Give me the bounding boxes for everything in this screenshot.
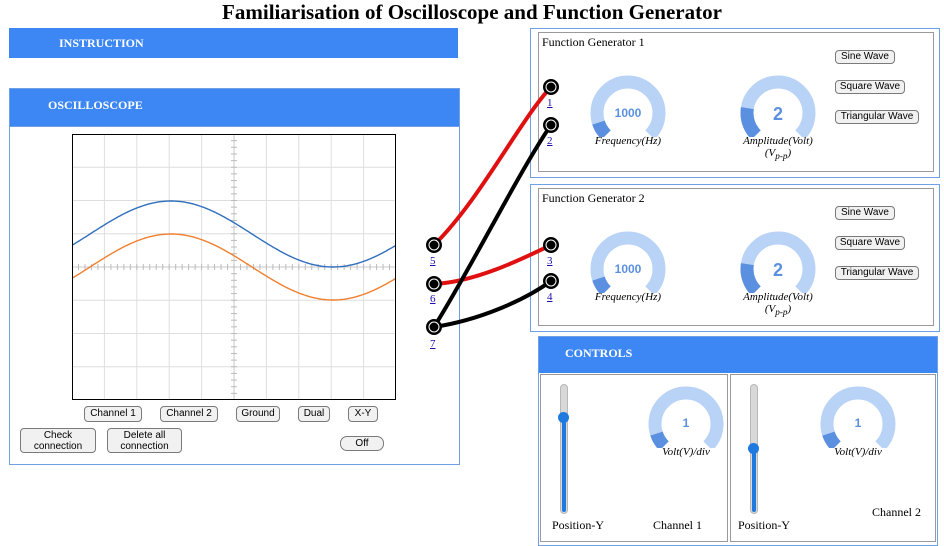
- instruction-label: INSTRUCTION: [59, 36, 144, 50]
- frequency-label-1: Frequency(Hz): [594, 135, 662, 147]
- oscilloscope-screen: [72, 134, 396, 400]
- oscilloscope-header: OSCILLOSCOPE: [10, 89, 459, 127]
- amplitude-label-1: Amplitude(Volt) (Vp-p): [728, 135, 828, 161]
- terminal-1-label[interactable]: 1: [547, 97, 553, 109]
- instruction-bar[interactable]: INSTRUCTION: [9, 28, 458, 58]
- controls-header: CONTROLS: [539, 337, 937, 373]
- volt-div-value-2: 1: [855, 416, 862, 430]
- channel-1-name: Channel 1: [653, 518, 702, 532]
- check-connection-label-2: connection: [33, 440, 83, 452]
- oscilloscope-label: OSCILLOSCOPE: [48, 98, 143, 112]
- volt-div-label-1: Volt(V)/div: [662, 446, 710, 458]
- amplitude-unit-sub-1: p-p: [775, 151, 788, 162]
- delete-all-label-1: Delete all: [123, 429, 166, 441]
- frequency-value-1: 1000: [615, 106, 642, 120]
- page-title: Familiarisation of Oscilloscope and Func…: [222, 0, 722, 24]
- frequency-knob-2[interactable]: 1000: [590, 231, 666, 293]
- amplitude-unit-end-2: ): [787, 303, 792, 315]
- terminal-6-label[interactable]: 6: [430, 293, 436, 305]
- check-connection-label-1: Check: [43, 429, 73, 441]
- position-y-label-1: Position-Y: [552, 518, 605, 532]
- check-connection-button[interactable]: Check connection: [20, 428, 96, 453]
- terminal-7-label[interactable]: 7: [430, 338, 436, 350]
- channel-2-name: Channel 2: [872, 505, 921, 519]
- amplitude-label-2-line1: Amplitude(Volt): [743, 291, 813, 303]
- amplitude-unit-1: (V: [764, 147, 776, 159]
- volt-div-value-1: 1: [683, 416, 690, 430]
- screen-grid: [72, 134, 396, 400]
- function-generator-1-title: Function Generator 1: [542, 35, 645, 49]
- amplitude-unit-2: (V: [764, 303, 776, 315]
- volt-div-knob-2[interactable]: 1: [820, 386, 896, 448]
- x-y-button[interactable]: X-Y: [348, 406, 378, 422]
- terminal-4-label[interactable]: 4: [547, 291, 553, 303]
- fg2-square-wave-button[interactable]: Square Wave: [835, 236, 905, 250]
- delete-all-connection-button[interactable]: Delete all connection: [107, 428, 182, 453]
- amplitude-unit-sub-2: p-p: [775, 307, 788, 318]
- position-y-thumb-2[interactable]: [748, 443, 759, 454]
- power-off-button[interactable]: Off: [340, 436, 384, 451]
- terminal-5-label[interactable]: 5: [430, 255, 436, 267]
- fg2-triangular-wave-button[interactable]: Triangular Wave: [835, 266, 919, 280]
- delete-all-label-2: connection: [120, 440, 169, 452]
- channel-2-button[interactable]: Channel 2: [160, 406, 218, 422]
- fg1-sine-wave-button[interactable]: Sine Wave: [835, 50, 895, 64]
- controls-label: CONTROLS: [565, 346, 633, 360]
- position-y-slider-1[interactable]: [558, 384, 569, 514]
- dual-button[interactable]: Dual: [298, 406, 330, 422]
- channel-1-button[interactable]: Channel 1: [84, 406, 142, 422]
- terminal-2-label[interactable]: 2: [547, 135, 553, 147]
- amplitude-knob-1[interactable]: 2: [740, 75, 816, 137]
- amplitude-label-2: Amplitude(Volt) (Vp-p): [728, 291, 828, 317]
- fg2-sine-wave-button[interactable]: Sine Wave: [835, 206, 895, 220]
- frequency-value-2: 1000: [615, 262, 642, 276]
- amplitude-value-2: 2: [773, 260, 783, 280]
- fg1-square-wave-button[interactable]: Square Wave: [835, 80, 905, 94]
- ground-button[interactable]: Ground: [236, 406, 280, 422]
- frequency-label-2: Frequency(Hz): [594, 291, 662, 303]
- frequency-knob-1[interactable]: 1000: [590, 75, 666, 137]
- fg1-triangular-wave-button[interactable]: Triangular Wave: [835, 110, 919, 124]
- function-generator-2-title: Function Generator 2: [542, 191, 645, 205]
- volt-div-knob-1[interactable]: 1: [648, 386, 724, 448]
- terminal-3-label[interactable]: 3: [547, 255, 553, 267]
- position-y-slider-2[interactable]: [748, 384, 759, 514]
- position-y-label-2: Position-Y: [738, 518, 791, 532]
- amplitude-label-1-line1: Amplitude(Volt): [743, 135, 813, 147]
- amplitude-unit-end-1: ): [787, 147, 792, 159]
- position-y-thumb-1[interactable]: [558, 411, 569, 423]
- amplitude-knob-2[interactable]: 2: [740, 231, 816, 293]
- amplitude-value-1: 2: [773, 104, 783, 124]
- volt-div-label-2: Volt(V)/div: [834, 446, 882, 458]
